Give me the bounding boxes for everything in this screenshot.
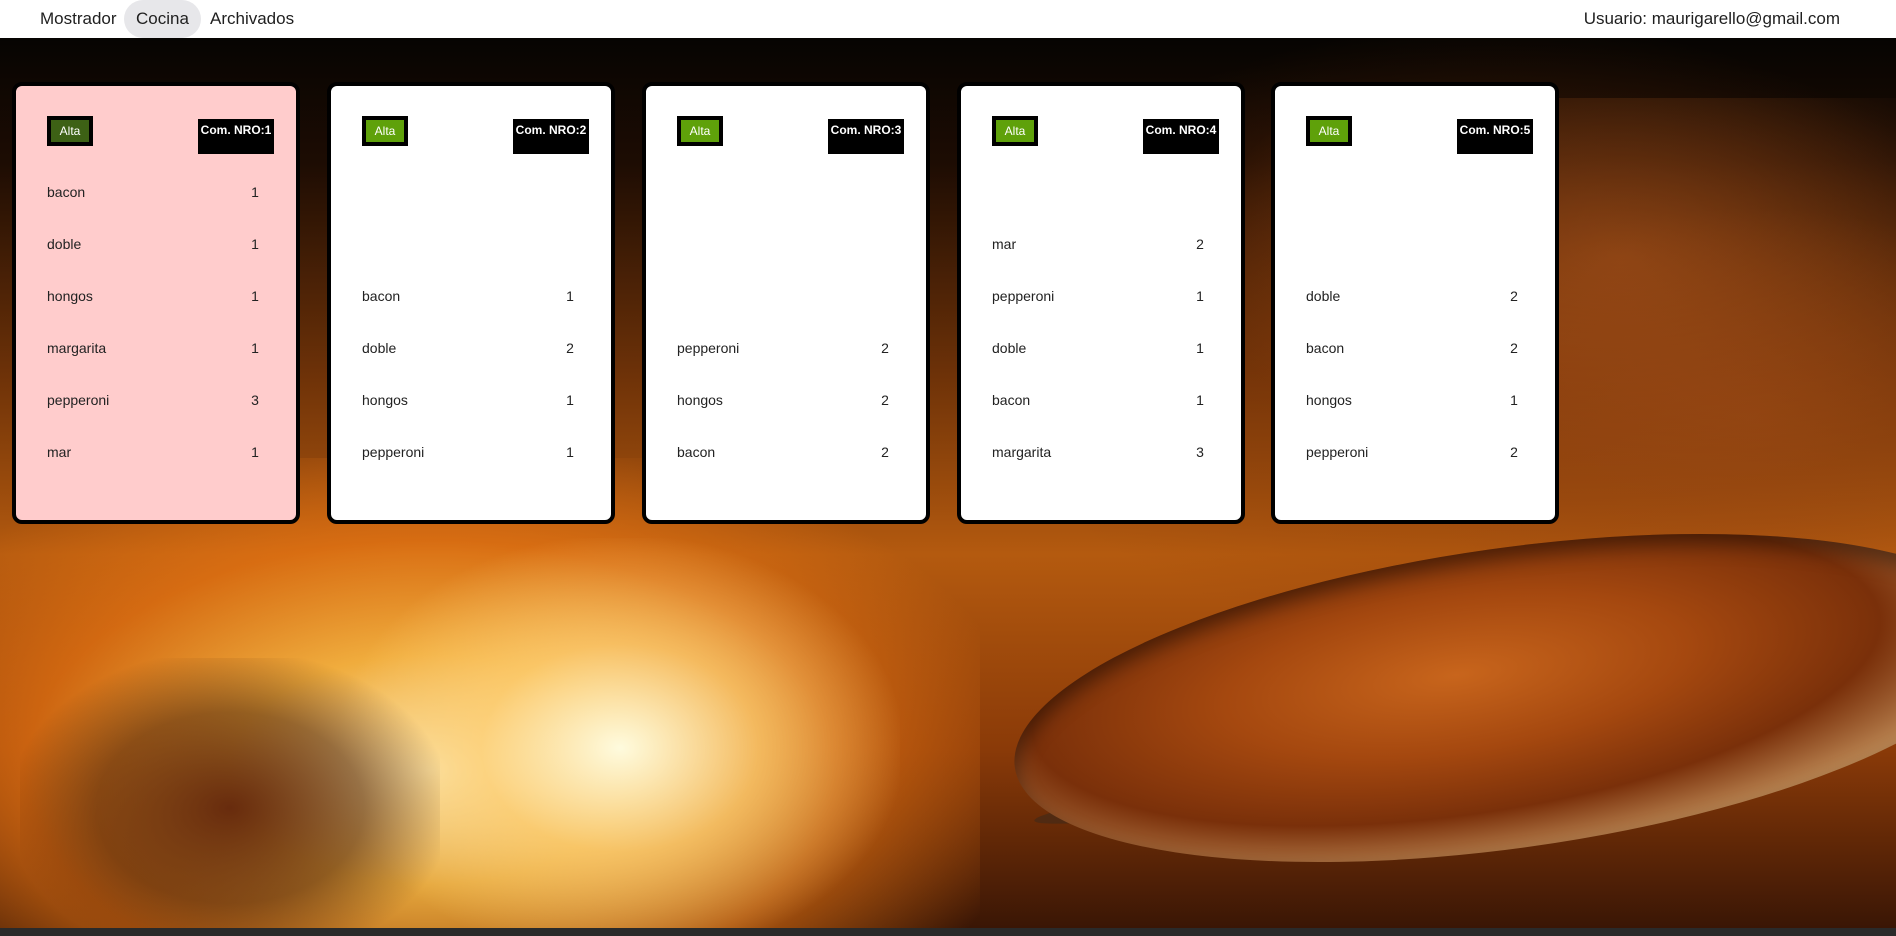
order-items-list: bacon 1 doble 2 hongos 1 pepperoni 1 (362, 270, 582, 478)
order-item: pepperoni 3 (47, 374, 267, 426)
alta-button[interactable]: Alta (992, 116, 1038, 146)
item-name: doble (362, 340, 397, 356)
item-name: bacon (1306, 340, 1345, 356)
item-name: doble (47, 236, 82, 252)
item-name: pepperoni (47, 392, 110, 408)
order-item: bacon 1 (47, 166, 267, 218)
item-quantity: 2 (881, 444, 889, 460)
item-quantity: 1 (251, 236, 259, 252)
item-name: margarita (47, 340, 107, 356)
item-quantity: 3 (251, 392, 259, 408)
item-name: bacon (677, 444, 716, 460)
top-navbar: Mostrador Cocina Archivados Usuario: mau… (0, 0, 1896, 38)
item-name: pepperoni (677, 340, 740, 356)
nav-item-archivados[interactable]: Archivados (198, 0, 306, 38)
order-item: doble 2 (362, 322, 582, 374)
item-quantity: 1 (1196, 288, 1204, 304)
item-name: mar (47, 444, 72, 460)
order-number-badge: Com. NRO:1 (198, 119, 274, 154)
item-name: hongos (1306, 392, 1352, 408)
order-item: hongos 1 (1306, 374, 1526, 426)
item-quantity: 1 (1196, 392, 1204, 408)
order-items-list: doble 2 bacon 2 hongos 1 pepperoni 2 (1306, 270, 1526, 478)
order-item: margarita 1 (47, 322, 267, 374)
order-item: doble 1 (47, 218, 267, 270)
item-name: hongos (362, 392, 408, 408)
item-name: doble (992, 340, 1027, 356)
order-item: bacon 1 (992, 374, 1212, 426)
item-quantity: 1 (1196, 340, 1204, 356)
order-card-2: Alta Com. NRO:2 bacon 1 doble 2 hongos 1 pe… (327, 82, 615, 524)
item-quantity: 2 (1510, 288, 1518, 304)
alta-button[interactable]: Alta (677, 116, 723, 146)
item-name: bacon (992, 392, 1031, 408)
alta-button[interactable]: Alta (1306, 116, 1352, 146)
pizza (993, 479, 1896, 917)
item-quantity: 2 (566, 340, 574, 356)
item-name: pepperoni (1306, 444, 1369, 460)
item-quantity: 2 (1510, 444, 1518, 460)
order-item: bacon 2 (677, 426, 897, 478)
alta-button[interactable]: Alta (362, 116, 408, 146)
order-card-5: Alta Com. NRO:5 doble 2 bacon 2 hongos 1 pe… (1271, 82, 1559, 524)
nav-item-cocina[interactable]: Cocina (124, 0, 201, 38)
item-name: pepperoni (362, 444, 425, 460)
order-item: mar 1 (47, 426, 267, 478)
user-label: Usuario: maurigarello@gmail.com (1583, 9, 1840, 28)
item-name: bacon (362, 288, 401, 304)
item-name: hongos (47, 288, 93, 304)
item-quantity: 2 (1510, 340, 1518, 356)
item-name: bacon (47, 184, 86, 200)
nav-item-mostrador[interactable]: Mostrador (28, 0, 129, 38)
order-items-list: pepperoni 2 hongos 2 bacon 2 (677, 322, 897, 478)
item-quantity: 1 (251, 444, 259, 460)
order-item: doble 2 (1306, 270, 1526, 322)
item-quantity: 3 (1196, 444, 1204, 460)
alta-button[interactable]: Alta (47, 116, 93, 146)
item-quantity: 1 (566, 288, 574, 304)
bottom-bar (0, 928, 1896, 936)
order-card-4: Alta Com. NRO:4 mar 2 pepperoni 1 doble 1 b… (957, 82, 1245, 524)
order-item: bacon 2 (1306, 322, 1526, 374)
item-quantity: 1 (566, 444, 574, 460)
item-name: mar (992, 236, 1017, 252)
order-number-badge: Com. NRO:4 (1143, 119, 1219, 154)
order-number-badge: Com. NRO:3 (828, 119, 904, 154)
order-item: pepperoni 2 (1306, 426, 1526, 478)
order-item: pepperoni 1 (362, 426, 582, 478)
order-number-badge: Com. NRO:5 (1457, 119, 1533, 154)
order-item: hongos 1 (362, 374, 582, 426)
order-item: margarita 3 (992, 426, 1212, 478)
order-items-list: bacon 1 doble 1 hongos 1 margarita 1 peppero… (47, 166, 267, 478)
order-item: hongos 2 (677, 374, 897, 426)
item-quantity: 2 (881, 340, 889, 356)
item-name: hongos (677, 392, 723, 408)
order-item: bacon 1 (362, 270, 582, 322)
order-item: doble 1 (992, 322, 1212, 374)
fire-embers (20, 658, 440, 928)
item-name: pepperoni (992, 288, 1055, 304)
order-item: mar 2 (992, 218, 1212, 270)
item-quantity: 2 (1196, 236, 1204, 252)
order-number-badge: Com. NRO:2 (513, 119, 589, 154)
item-quantity: 1 (566, 392, 574, 408)
item-name: doble (1306, 288, 1341, 304)
order-card-3: Alta Com. NRO:3 pepperoni 2 hongos 2 bacon… (642, 82, 930, 524)
order-item: pepperoni 2 (677, 322, 897, 374)
item-quantity: 1 (251, 184, 259, 200)
order-items-list: mar 2 pepperoni 1 doble 1 bacon 1 margarita 3 (992, 218, 1212, 478)
item-name: margarita (992, 444, 1052, 460)
item-quantity: 1 (1510, 392, 1518, 408)
order-item: hongos 1 (47, 270, 267, 322)
item-quantity: 1 (251, 288, 259, 304)
item-quantity: 1 (251, 340, 259, 356)
item-quantity: 2 (881, 392, 889, 408)
order-item: pepperoni 1 (992, 270, 1212, 322)
order-card-1: Alta Com. NRO:1 bacon 1 doble 1 hongos 1 ma… (12, 82, 300, 524)
